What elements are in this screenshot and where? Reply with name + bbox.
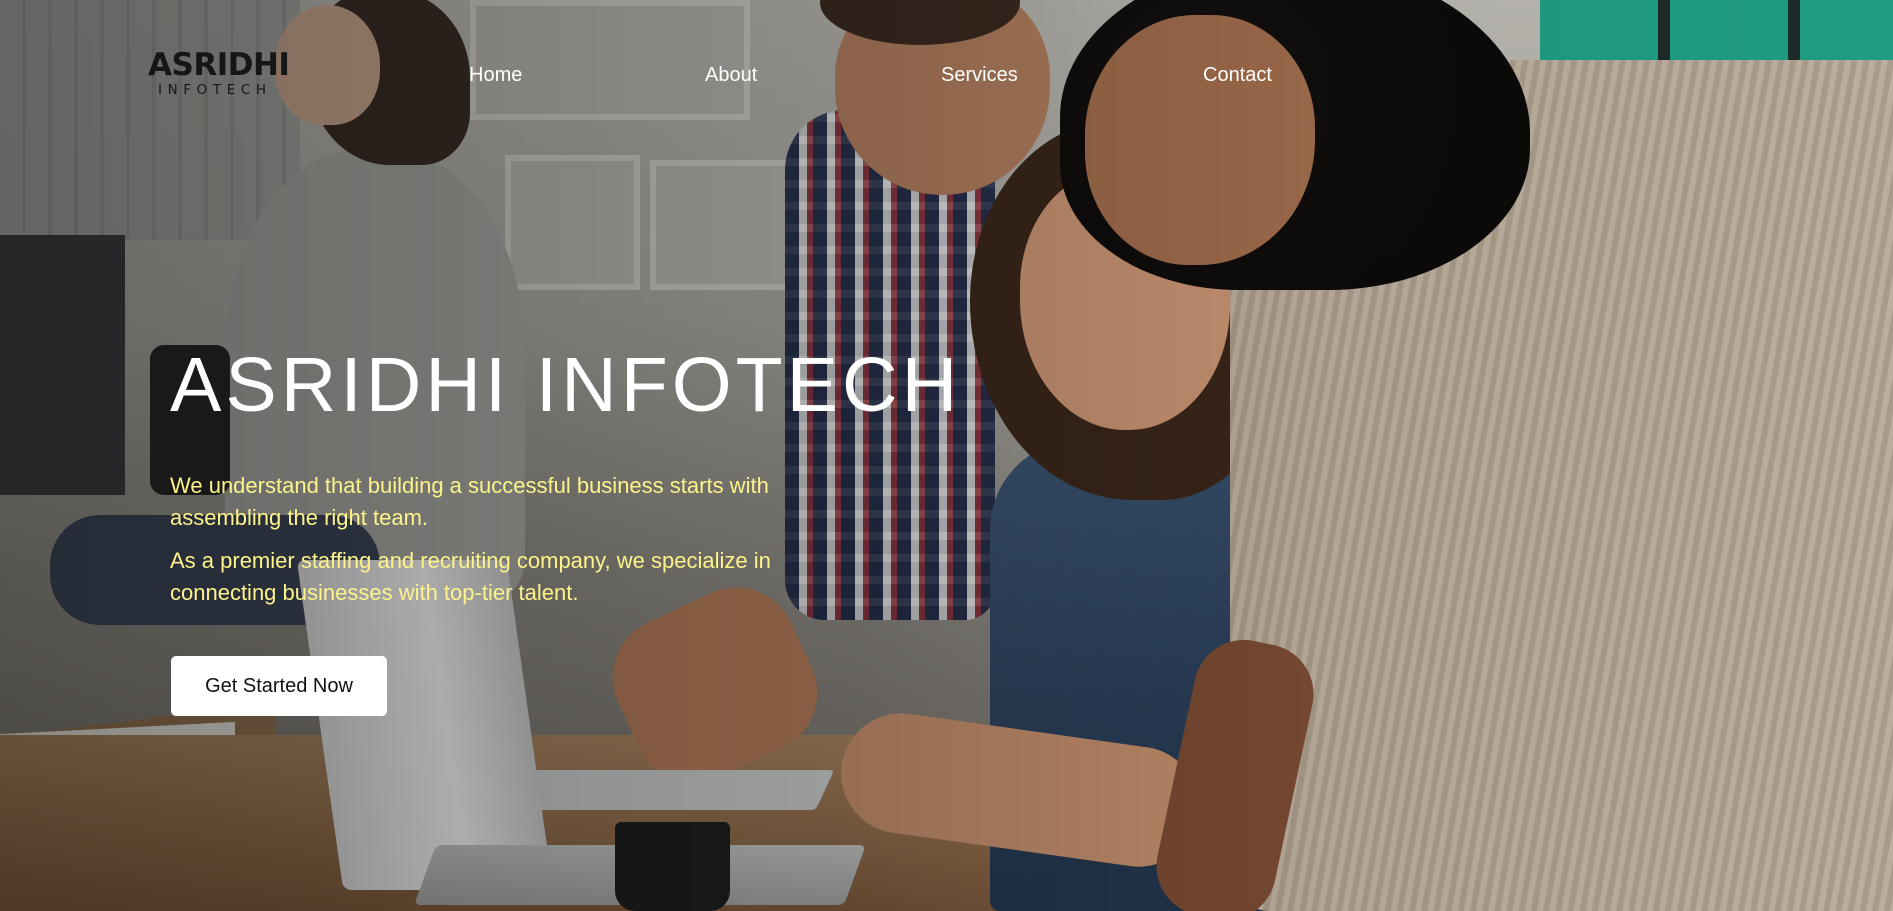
nav-home-link[interactable]: Home <box>469 61 522 89</box>
dark-overlay <box>0 0 1893 911</box>
hero-title: ASRIDHI INFOTECH <box>170 342 962 428</box>
nav-services-link[interactable]: Services <box>941 61 1018 89</box>
logo-wordmark: ASRIDHI <box>148 47 290 83</box>
nav-about-link[interactable]: About <box>705 61 757 89</box>
get-started-button[interactable]: Get Started Now <box>171 656 387 716</box>
hero-intro-text: We understand that building a successful… <box>170 473 769 530</box>
brand-logo[interactable]: ASRIDHI INFOTECH <box>148 47 290 102</box>
logo-subtitle: INFOTECH <box>158 82 272 98</box>
hero-description-text: As a premier staffing and recruiting com… <box>170 548 771 605</box>
nav-contact-link[interactable]: Contact <box>1203 61 1272 89</box>
hero-background-image <box>0 0 1893 911</box>
